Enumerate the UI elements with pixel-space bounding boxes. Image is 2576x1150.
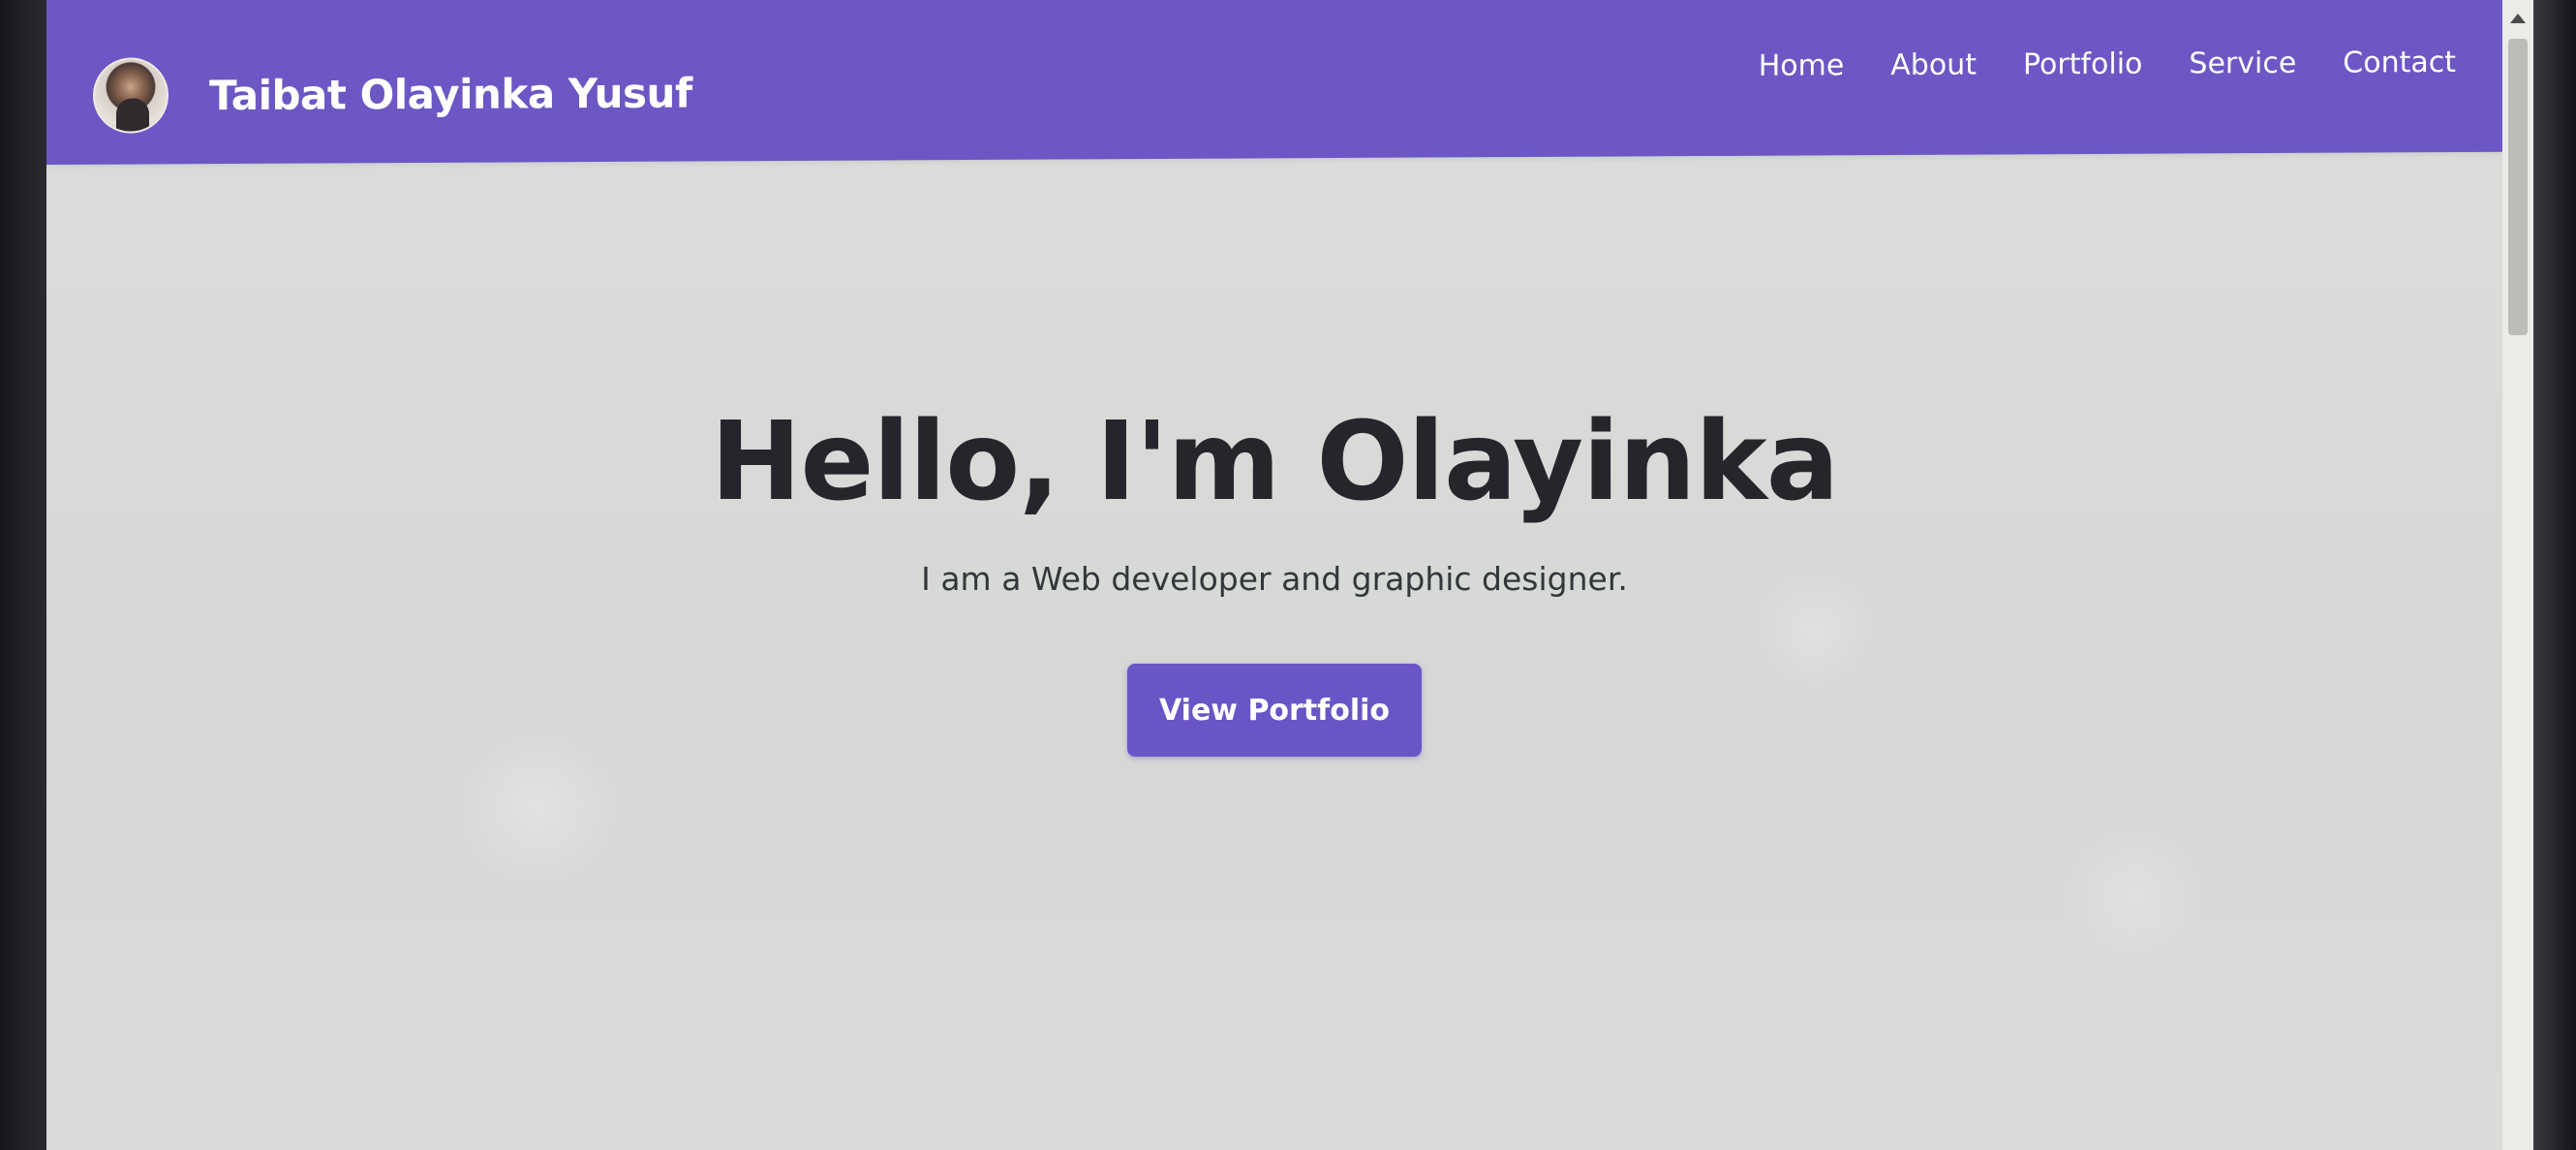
monitor-bezel-left — [0, 0, 46, 1150]
nav-link-home[interactable]: Home — [1759, 48, 1845, 82]
vertical-scrollbar[interactable] — [2502, 0, 2533, 1150]
nav-link-contact[interactable]: Contact — [2343, 46, 2456, 80]
view-portfolio-button[interactable]: View Portfolio — [1127, 664, 1422, 758]
monitor-bezel-right — [2533, 0, 2576, 1150]
brand[interactable]: Taibat Olayinka Yusuf — [93, 55, 692, 134]
hero-title: Hello, I'm Olayinka — [710, 399, 1840, 525]
hero-subtitle: I am a Web developer and graphic designe… — [921, 560, 1628, 599]
hero-section: Hello, I'm Olayinka I am a Web developer… — [46, 397, 2502, 758]
navbar: Taibat Olayinka Yusuf Home About Portfol… — [46, 0, 2502, 165]
nav-links: Home About Portfolio Service Contact — [1759, 46, 2456, 83]
page-content: Taibat Olayinka Yusuf Home About Portfol… — [46, 0, 2502, 1150]
browser-viewport: Taibat Olayinka Yusuf Home About Portfol… — [46, 0, 2533, 1150]
nav-link-about[interactable]: About — [1890, 48, 1977, 82]
scrollbar-thumb[interactable] — [2508, 39, 2528, 335]
chevron-up-icon[interactable] — [2510, 14, 2526, 23]
avatar[interactable] — [93, 57, 169, 134]
nav-link-service[interactable]: Service — [2189, 47, 2296, 81]
brand-name[interactable]: Taibat Olayinka Yusuf — [209, 69, 692, 119]
nav-link-portfolio[interactable]: Portfolio — [2023, 47, 2142, 82]
